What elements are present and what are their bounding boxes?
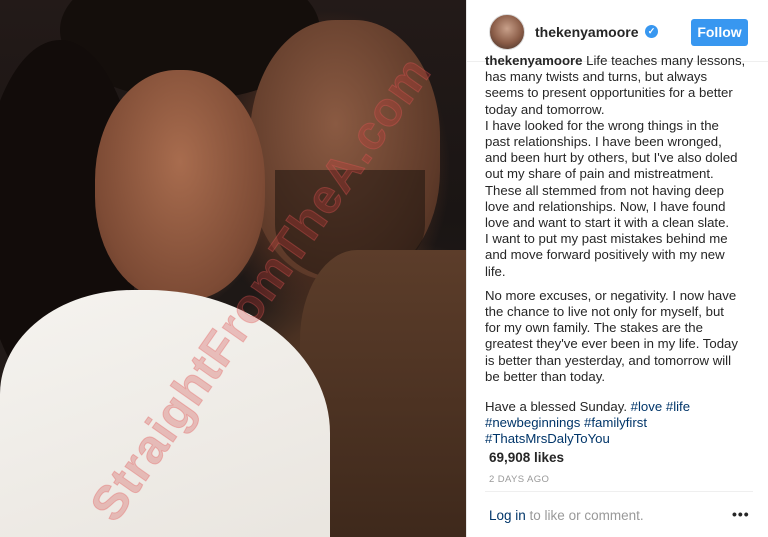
- post-details-panel: thekenyamoore ✓ Follow thekenyamoore Lif…: [466, 0, 768, 537]
- hashtag-link[interactable]: #love: [631, 399, 663, 414]
- caption-line: No more excuses, or negativity. I now ha…: [485, 287, 737, 303]
- avatar[interactable]: [489, 14, 525, 50]
- photo-woman-face: [95, 70, 265, 300]
- caption-line: past relationships. I have been wronged,: [485, 134, 722, 150]
- caption-line: for my own family. The stakes are the: [485, 320, 703, 336]
- verified-badge-icon: ✓: [645, 25, 658, 38]
- post-photo[interactable]: StraightFromTheA.com: [0, 0, 466, 537]
- comment-prompt: Log in to like or comment.: [489, 508, 644, 523]
- more-options-icon[interactable]: •••: [732, 506, 750, 522]
- caption-line: greatest they've ever been in my life. T…: [485, 336, 738, 352]
- caption-line: Life teaches many lessons,: [582, 53, 746, 68]
- hashtag-link[interactable]: #ThatsMrsDalyToYou: [485, 431, 610, 446]
- caption-closing-text: Have a blessed Sunday.: [485, 399, 631, 415]
- hashtag-link[interactable]: #newbeginnings: [485, 415, 580, 430]
- caption-line: and been hurt by others, but I've also d…: [485, 150, 738, 166]
- caption-line: I have looked for the wrong things in th…: [485, 117, 719, 133]
- caption-paragraph-1: thekenyamoore Life teaches many lessons,…: [485, 53, 759, 280]
- caption-line: out my share of pain and mistreatment.: [485, 166, 714, 182]
- follow-button[interactable]: Follow: [691, 19, 748, 46]
- caption-closing: Have a blessed Sunday. #love #life #newbe…: [485, 399, 759, 448]
- caption: thekenyamoore Life teaches many lessons,…: [485, 53, 759, 448]
- caption-line: I want to put my past mistakes behind me: [485, 231, 728, 247]
- caption-line: These all stemmed from not having deep: [485, 182, 724, 198]
- caption-paragraph-2: No more excuses, or negativity. I now ha…: [485, 288, 759, 385]
- caption-username-link[interactable]: thekenyamoore: [485, 53, 582, 68]
- post-timestamp[interactable]: 2 DAYS AGO: [489, 474, 549, 485]
- caption-line: today and tomorrow.: [485, 101, 605, 117]
- caption-line: has many twists and turns, but always: [485, 69, 708, 85]
- comment-prompt-text: to like or comment.: [525, 508, 644, 523]
- hashtag-link[interactable]: #familyfirst: [584, 415, 647, 430]
- caption-line: and move forward positively with my new: [485, 247, 725, 263]
- caption-line: love and relationships. Now, I have foun…: [485, 198, 726, 214]
- caption-line: the chance to live not only for myself, …: [485, 304, 724, 320]
- likes-count[interactable]: 69,908 likes: [489, 450, 564, 465]
- username-link[interactable]: thekenyamoore: [535, 24, 638, 40]
- caption-line: love and want to start it with a clean s…: [485, 215, 730, 231]
- caption-line: seems to present opportunities for a bet…: [485, 85, 733, 101]
- caption-line: be better than today.: [485, 368, 605, 384]
- caption-line: life.: [485, 263, 506, 279]
- divider: [485, 491, 753, 492]
- login-link[interactable]: Log in: [489, 508, 526, 523]
- hashtag-link[interactable]: #life: [666, 399, 690, 414]
- caption-line: is better than yesterday, and tomorrow w…: [485, 352, 732, 368]
